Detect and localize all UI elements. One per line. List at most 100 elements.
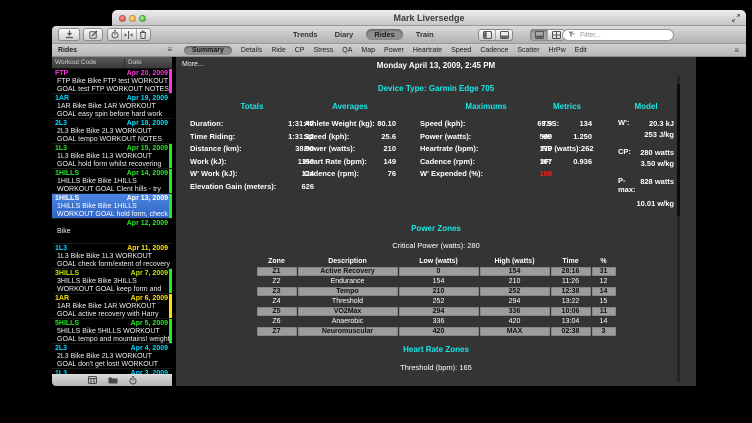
power-zone-row: Z4Threshold25229413:2215 — [257, 297, 616, 306]
import-ride-button[interactable] — [58, 28, 80, 41]
stat-row: Time Riding:1:31:22 — [190, 131, 314, 144]
tab-qa[interactable]: QA — [342, 47, 352, 54]
ride-color-stripe — [169, 169, 172, 193]
view-tab-diary[interactable]: Diary — [331, 29, 358, 40]
ride-list-item[interactable]: 1HILLSApr 14, 2009 1HILLS Bike Bike 1HIL… — [52, 169, 172, 194]
ride-desc: GOAL tempo WORKOUT NOTES — [55, 136, 168, 144]
filter-input[interactable] — [578, 31, 662, 40]
scrollbar-thumb[interactable] — [677, 84, 680, 216]
ride-desc: 1HILLS Bike Bike 1HILLS — [55, 178, 168, 186]
ride-desc: FTP Bike Bike FTP test WORKOUT — [55, 78, 168, 86]
view-tab-trends[interactable]: Trends — [289, 29, 322, 40]
stopwatch-icon — [111, 30, 119, 39]
ride-date: Apr 20, 2009 — [127, 70, 168, 78]
maximums-title: Maximums — [420, 102, 552, 111]
model-section: Model W': 20.3 kJ253 J/kg CP: 280 watts3… — [618, 102, 674, 216]
column-workout-code[interactable]: Workout Code — [52, 59, 124, 66]
split-ride-button[interactable] — [122, 29, 136, 40]
panel-bottom-icon — [500, 31, 509, 39]
ride-color-stripe — [169, 194, 172, 218]
ride-code: 5HILLS — [55, 320, 79, 328]
filter-funnel-icon — [568, 31, 576, 39]
folder-icon[interactable] — [108, 376, 118, 384]
filter-field[interactable] — [562, 29, 674, 41]
tab-cp[interactable]: CP — [295, 47, 305, 54]
ride-desc: 1L3 Bike Bike 1L3 WORKOUT — [55, 153, 168, 161]
stat-row: Speed (kph):25.6 — [304, 131, 396, 144]
stat-row: W' Work (kJ):124 — [190, 168, 314, 181]
tab-ride[interactable]: Ride — [271, 47, 285, 54]
ride-color-stripe — [169, 294, 172, 318]
tabbar-menu-icon[interactable]: ≡ — [734, 46, 739, 55]
window-titlebar[interactable]: Mark Liversedge — [112, 10, 746, 26]
ride-desc: 1L3 Bike Bike 1L3 WORKOUT — [55, 253, 168, 261]
delete-ride-button[interactable] — [137, 29, 150, 40]
ride-list-item[interactable]: FTPApr 20, 2009 FTP Bike Bike FTP test W… — [52, 69, 172, 94]
manual-entry-button[interactable] — [83, 28, 103, 41]
ride-list-item[interactable]: 1L3Apr 11, 2009 1L3 Bike Bike 1L3 WORKOU… — [52, 244, 172, 269]
ride-date: Apr 18, 2009 — [127, 120, 168, 128]
tab-summary[interactable]: Summary — [184, 46, 232, 55]
ride-list-item[interactable]: 5HILLSApr 5, 2009 5HILLS Bike 5HILLS WOR… — [52, 319, 172, 344]
single-view-button[interactable] — [531, 30, 548, 40]
ride-desc: WORKOUT GOAL keep form and — [55, 286, 168, 294]
main-toolbar: Trends Diary Rides Train — [52, 26, 746, 44]
tab-cadence[interactable]: Cadence — [480, 47, 508, 54]
panel-left-icon — [483, 31, 492, 39]
tab-scatter[interactable]: Scatter — [517, 47, 539, 54]
sidebar-menu-icon[interactable]: ≡ — [167, 46, 172, 54]
tab-power[interactable]: Power — [384, 47, 404, 54]
metrics-section: Metrics TSS:134 VI:1.250 NP (watts):262 … — [542, 102, 592, 168]
toggle-left-panel-button[interactable] — [479, 30, 496, 40]
ride-list-item[interactable]: 3HILLSApr 7, 2009 3HILLS Bike Bike 3HILL… — [52, 269, 172, 294]
ride-list-item[interactable]: 1L3Apr 15, 2009 1L3 Bike Bike 1L3 WORKOU… — [52, 144, 172, 169]
window-title: Mark Liversedge — [112, 10, 746, 26]
stopwatch-icon[interactable] — [129, 376, 137, 385]
ride-color-stripe — [169, 344, 172, 368]
ride-list-item[interactable]: 1ARApr 6, 2009 1AR Bike Bike 1AR WORKOUT… — [52, 294, 172, 319]
model-row: CP: 280 watts3.50 w/kg — [618, 147, 674, 169]
ride-desc: WORKOUT GOAL Clent hills - try — [55, 186, 168, 194]
sidebar-bottom-toolbar — [52, 374, 172, 386]
power-zones-table: Zone Description Low (watts) High (watts… — [256, 257, 617, 337]
device-type-heading: Device Type: Garmin Edge 705 — [176, 84, 696, 93]
ride-color-stripe — [169, 94, 172, 118]
ride-list-item[interactable]: 2L3Apr 18, 2009 2L3 Bike Bike 2L3 WORKOU… — [52, 119, 172, 144]
resize-icon[interactable] — [731, 13, 741, 23]
heart-rate-zones-section: Heart Rate Zones Threshold (bpm): 165 — [176, 345, 696, 372]
tab-map[interactable]: Map — [361, 47, 375, 54]
ride-desc: 1AR Bike Bike 1AR WORKOUT — [55, 303, 168, 311]
ride-desc: 1HILLS Bike Bike 1HILLS — [55, 203, 168, 211]
view-tab-train[interactable]: Train — [412, 29, 438, 40]
tab-speed[interactable]: Speed — [451, 47, 471, 54]
column-date[interactable]: Date — [124, 59, 142, 66]
tab-hrpw[interactable]: HrPw — [549, 47, 566, 54]
analysis-tabs: Summary Details Ride CP Stress QA Map Po… — [176, 46, 587, 55]
tab-details[interactable]: Details — [241, 47, 262, 54]
ride-code: 1HILLS — [55, 195, 79, 203]
stat-row: VI:1.250 — [542, 131, 592, 144]
stat-row: Distance (km):38.90 — [190, 143, 314, 156]
stat-row: Elevation Gain (meters):626 — [190, 181, 314, 194]
stopwatch-button[interactable] — [108, 29, 122, 40]
calendar-icon[interactable] — [88, 376, 97, 384]
ride-desc: GOAL don't get lost! WORKOUT — [55, 361, 168, 369]
view-tab-rides[interactable]: Rides — [366, 29, 402, 40]
tab-stress[interactable]: Stress — [313, 47, 333, 54]
toggle-bottom-panel-button[interactable] — [496, 30, 512, 40]
stat-row: Cadence (rpm):107 — [420, 156, 552, 169]
import-icon — [65, 30, 74, 39]
ride-code: 1AR — [55, 295, 69, 303]
ride-list-item[interactable]: 2L3Apr 4, 2009 2L3 Bike Bike 2L3 WORKOUT… — [52, 344, 172, 369]
ride-list-header[interactable]: Workout Code Date — [52, 57, 172, 69]
tab-heartrate[interactable]: Heartrate — [413, 47, 442, 54]
tab-edit[interactable]: Edit — [575, 47, 587, 54]
split-icon — [124, 31, 133, 39]
ride-list-item-selected[interactable]: 1HILLSApr 13, 2009 1HILLS Bike Bike 1HIL… — [52, 194, 172, 219]
ride-list-item[interactable]: 1ARApr 19, 2009 1AR Bike Bike 1AR WORKOU… — [52, 94, 172, 119]
ride-color-stripe — [169, 119, 172, 143]
summary-scrollbar[interactable] — [677, 75, 680, 382]
ride-list-item[interactable]: Apr 12, 2009 Bike — [52, 219, 172, 244]
power-zone-row: Z7Neuromuscular420MAX02:383 — [257, 327, 616, 336]
ride-desc: GOAL tempo and mountains! weight — [55, 336, 168, 344]
